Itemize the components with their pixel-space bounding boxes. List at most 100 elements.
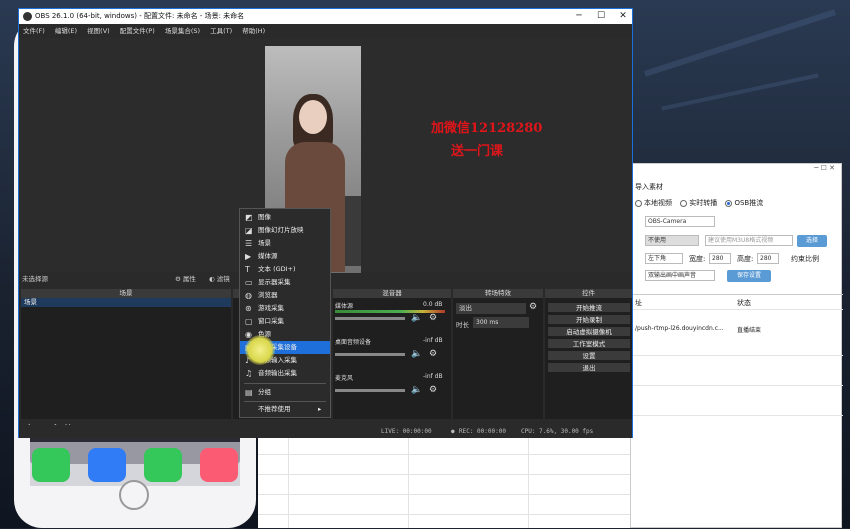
media-icon: ▶ [245,252,252,261]
menu-item-audio-output[interactable]: ♫ 音频输出采集 [240,367,330,380]
speaker-icon[interactable]: 🔈 [411,349,422,359]
volume-slider[interactable] [335,317,405,320]
gear-icon: ⚙ [175,275,181,283]
transitions-header: 转场特效 [453,289,543,298]
add-source-menu: ◩ 图像 ◪ 图像幻灯片放映 ☰ 场景 ▶ 媒体源 T 文本 (GDI+) ▭ 显示器采集 … [239,208,331,418]
menu-item-text[interactable]: T 文本 (GDI+) [240,263,330,276]
menu-item-label: 图像幻灯片放映 [258,226,304,234]
menu-item-label: 显示器采集 [258,278,291,286]
start-streaming-button[interactable]: 开始推流 [547,302,631,313]
menu-item-label: 图像 [258,213,271,221]
menu-item-media[interactable]: ▶ 媒体源 [240,250,330,263]
overlay-text-course: 送一门课 [451,144,504,159]
start-recording-button[interactable]: 开始录制 [547,314,631,325]
bg-light-streak [661,73,819,111]
menu-tools[interactable]: 工具(T) [206,24,236,38]
menu-edit[interactable]: 编辑(E) [51,24,81,38]
menu-item-browser[interactable]: ◍ 浏览器 [240,289,330,302]
bg-light-streak [643,9,837,77]
menu-profile[interactable]: 配置文件(P) [116,24,159,38]
maximize-button[interactable]: ☐ [589,9,613,24]
m3u8-input[interactable]: 建议使用M3U8格式视频 [705,235,793,246]
grid-line [258,514,630,515]
text-icon: T [245,265,250,274]
virtual-camera-button[interactable]: 启动虚拟摄像机 [547,326,631,337]
status-bar: LIVE: 00:00:00 ● REC: 00:00:00 CPU: 7.6%… [19,425,632,438]
radio-local[interactable]: 本地视频 [635,199,672,207]
table-row-url[interactable]: /push-rtmp-l26.douyincdn.c... [635,325,724,332]
filter-icon: ◐ [209,275,215,283]
studio-mode-button[interactable]: 工作室模式 [547,338,631,349]
audio-select[interactable]: 双输出画中画声音 [645,270,715,281]
menu-item-slideshow[interactable]: ◪ 图像幻灯片放映 [240,224,330,237]
grid-line [258,454,630,455]
radio-osb[interactable]: OSB推流 [725,199,763,207]
menu-item-scene[interactable]: ☰ 场景 [240,237,330,250]
menu-item-deprecated[interactable]: 不推荐使用 ▸ [240,403,330,416]
person-head-shape [299,100,327,134]
mixer-panel: 混音器 媒体源 0.0 dB 🔈 ⚙ 桌面音频设备 -inf dB 🔈 ⚙ 麦克… [333,289,451,419]
duration-label: 时长 [456,321,469,329]
stream-table: 址 状态 /push-rtmp-l26.douyincdn.c... 直播结束 [631,294,843,529]
radio-label: OSB推流 [734,199,764,207]
scene-list-item[interactable]: 场景 [21,298,231,307]
volume-slider[interactable] [335,353,405,356]
menu-view[interactable]: 视图(V) [83,24,114,38]
exit-button[interactable]: 退出 [547,362,631,373]
browser-icon: ◍ [245,291,252,300]
cpu-fps: CPU: 7.6%, 30.00 fps [521,428,594,435]
cursor-highlight [245,335,275,365]
gear-icon[interactable]: ⚙ [429,313,437,323]
gear-icon[interactable]: ⚙ [529,302,537,312]
unused-select[interactable]: 不使用 [645,235,699,246]
transition-select[interactable]: 淡出 [456,303,526,314]
width-input[interactable]: 280 [709,253,731,264]
controls-header: 控件 [545,289,632,298]
close-button[interactable]: ✕ [611,9,635,24]
select-button[interactable]: 选择 [797,235,827,247]
menu-separator [244,383,326,384]
filters-button[interactable]: ◐ 滤镜 [209,272,230,286]
position-select[interactable]: 左下角 [645,253,683,264]
menu-item-group[interactable]: ▤ 分组 [240,386,330,399]
window-title: OBS 26.1.0 (64-bit, windows) - 配置文件: 未命名… [35,12,245,20]
scenes-panel: 场景 场景 +−∧∨ [21,289,231,433]
minimize-button[interactable]: ─ [567,9,591,24]
speaker-icon[interactable]: 🔈 [411,385,422,395]
home-button[interactable] [119,480,149,510]
menu-item-display-capture[interactable]: ▭ 显示器采集 [240,276,330,289]
speaker-icon[interactable]: 🔈 [411,313,422,323]
ratio-checkbox[interactable]: 约束比例 [791,254,819,264]
grid-line [631,355,843,356]
menu-item-image[interactable]: ◩ 图像 [240,211,330,224]
settings-button[interactable]: 设置 [547,350,631,361]
channel-level: -inf dB [423,373,443,380]
menu-item-window-capture[interactable]: ▢ 窗口采集 [240,315,330,328]
properties-button[interactable]: ⚙ 属性 [175,272,196,286]
menu-help[interactable]: 帮助(H) [238,24,269,38]
grid-line [258,494,630,495]
save-settings-button[interactable]: 保存设置 [727,270,771,282]
radio-relay[interactable]: 实时转播 [680,199,717,207]
width-label: 宽度: [689,255,706,263]
volume-slider[interactable] [335,389,405,392]
duration-input[interactable]: 300 ms [473,317,529,328]
camera-select[interactable]: OBS-Camera [645,216,715,227]
radio-icon [680,199,688,207]
mixer-header: 混音器 [333,289,451,298]
bg-window-controls[interactable]: ─ ☐ ✕ [631,164,841,178]
height-input[interactable]: 280 [757,253,779,264]
menu-item-label: 分组 [258,388,271,396]
menu-item-game-capture[interactable]: ⊛ 游戏采集 [240,302,330,315]
menu-file[interactable]: 文件(F) [19,24,49,38]
scene-icon: ☰ [245,239,253,248]
submenu-arrow-icon: ▸ [318,405,322,413]
menu-item-label: 场景 [258,239,271,247]
channel-level: -inf dB [423,337,443,344]
spreadsheet-area [258,438,630,528]
grid-line [631,309,843,310]
gear-icon[interactable]: ⚙ [429,349,437,359]
menu-scene-collection[interactable]: 场景集合(S) [161,24,204,38]
gear-icon[interactable]: ⚙ [429,385,437,395]
import-label: 导入素材 [635,183,663,191]
